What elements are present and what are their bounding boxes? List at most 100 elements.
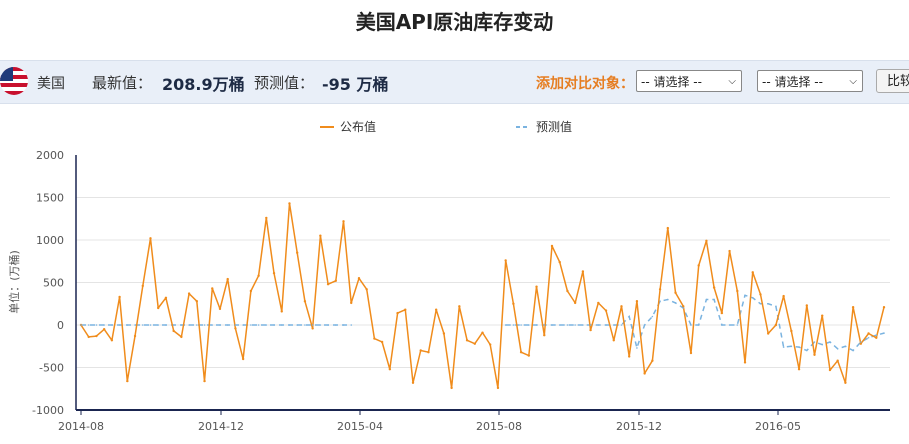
data-point-actual — [118, 295, 121, 299]
data-point-forecast — [543, 324, 546, 326]
data-point-actual — [604, 309, 608, 312]
data-point-forecast — [141, 324, 144, 326]
data-point-forecast — [782, 346, 785, 348]
data-point-actual — [295, 251, 299, 254]
data-point-forecast — [860, 341, 862, 343]
data-point-forecast — [759, 302, 762, 305]
data-point-actual — [342, 220, 345, 223]
data-point-actual — [519, 351, 523, 354]
data-point-forecast — [728, 324, 731, 326]
data-point-forecast — [80, 324, 82, 326]
data-point-actual — [543, 334, 546, 337]
data-point-forecast — [350, 324, 353, 326]
data-point-actual — [844, 381, 847, 384]
data-point-forecast — [852, 349, 854, 352]
data-point-forecast — [280, 324, 283, 326]
data-point-forecast — [744, 294, 746, 297]
data-point-forecast — [87, 324, 90, 326]
data-point-forecast — [659, 300, 661, 303]
data-point-actual — [411, 381, 415, 384]
data-point-actual — [504, 259, 507, 262]
data-point-actual — [689, 351, 693, 355]
data-point-actual — [172, 329, 175, 333]
data-point-actual — [751, 271, 754, 274]
data-point-forecast — [751, 297, 754, 299]
legend-item: 预测值 — [536, 119, 572, 134]
data-point-actual — [558, 260, 561, 264]
data-point-forecast — [535, 324, 538, 326]
data-point-forecast — [149, 324, 152, 326]
data-point-forecast — [805, 349, 808, 352]
y-tick-label: 1500 — [36, 192, 64, 205]
data-point-actual — [697, 264, 700, 267]
data-point-actual — [419, 349, 422, 352]
data-point-actual — [149, 237, 152, 240]
data-point-actual — [612, 339, 615, 342]
data-point-actual — [859, 342, 863, 345]
data-point-forecast — [273, 324, 275, 326]
data-point-forecast — [690, 324, 692, 326]
data-point-actual — [821, 314, 824, 317]
data-point-actual — [187, 292, 191, 295]
data-point-actual — [867, 332, 870, 335]
data-point-actual — [589, 328, 592, 332]
data-point-actual — [797, 368, 801, 371]
data-point-forecast — [798, 346, 800, 348]
data-point-actual — [875, 336, 878, 339]
data-point-forecast — [713, 298, 715, 301]
data-point-actual — [218, 307, 222, 311]
data-point-actual — [450, 386, 453, 390]
data-point-forecast — [813, 341, 816, 343]
data-point-actual — [380, 340, 384, 344]
data-point-forecast — [620, 324, 623, 326]
data-point-actual — [882, 306, 886, 309]
data-point-actual — [133, 334, 137, 338]
data-point-actual — [357, 277, 361, 280]
data-point-actual — [666, 226, 670, 230]
data-point-actual — [496, 386, 500, 390]
data-point-forecast — [721, 324, 723, 326]
data-point-actual — [628, 355, 631, 358]
data-point-forecast — [165, 324, 167, 326]
data-point-actual — [481, 331, 484, 334]
data-point-forecast — [875, 334, 878, 337]
data-point-forecast — [342, 324, 345, 326]
data-point-actual — [581, 270, 585, 273]
data-point-forecast — [111, 324, 113, 326]
data-point-actual — [705, 239, 708, 243]
data-point-actual — [326, 283, 330, 286]
data-point-actual — [234, 327, 237, 330]
data-point-forecast — [257, 324, 260, 326]
data-point-forecast — [589, 324, 592, 326]
data-point-actual — [102, 328, 106, 331]
y-tick-label: 2000 — [36, 149, 64, 162]
data-point-forecast — [188, 324, 190, 326]
y-tick-label: 500 — [43, 277, 64, 290]
data-point-actual — [550, 244, 554, 248]
data-point-forecast — [636, 347, 638, 349]
data-point-forecast — [296, 324, 298, 326]
data-point-forecast — [605, 324, 607, 326]
data-point-forecast — [203, 324, 206, 326]
data-point-actual — [766, 332, 770, 335]
data-point-actual — [805, 304, 808, 307]
data-point-forecast — [196, 324, 198, 326]
data-point-actual — [743, 361, 747, 364]
data-point-forecast — [234, 324, 237, 326]
y-axis-label: 单位：(万桶) — [7, 250, 21, 314]
data-point-actual — [573, 301, 577, 305]
data-point-forecast — [95, 324, 98, 326]
data-point-forecast — [172, 324, 175, 326]
data-point-actual — [195, 300, 199, 303]
data-point-forecast — [219, 324, 221, 326]
y-tick-label: 1000 — [36, 234, 64, 247]
data-point-actual — [736, 289, 739, 293]
data-point-actual — [280, 310, 283, 313]
data-point-forecast — [334, 324, 337, 326]
data-point-actual — [465, 339, 469, 342]
data-point-actual — [674, 291, 677, 294]
data-point-actual — [396, 311, 399, 315]
data-point-actual — [288, 202, 291, 205]
data-point-forecast — [667, 298, 669, 301]
data-point-actual — [712, 286, 716, 289]
